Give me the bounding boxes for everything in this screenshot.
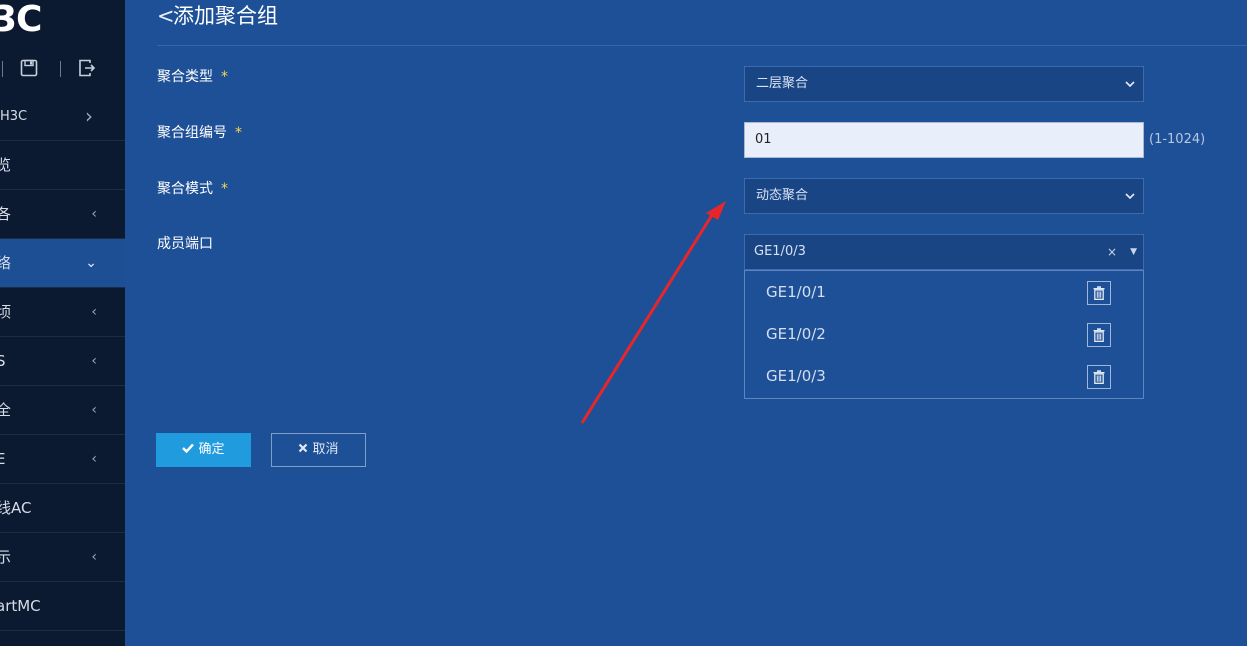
nav-item-overview[interactable]: 览 bbox=[0, 141, 125, 190]
sidebar-toolbar bbox=[0, 50, 125, 90]
nav-label: 线AC bbox=[0, 499, 32, 517]
chevron-left-icon: ‹ bbox=[91, 206, 97, 222]
agg-type-select[interactable]: 二层聚合 bbox=[744, 66, 1144, 102]
member-port-name: GE1/0/3 bbox=[766, 367, 826, 385]
member-port-name: GE1/0/2 bbox=[766, 325, 826, 343]
label-text: 聚合模式 bbox=[157, 181, 213, 197]
chevron-left-icon: ‹ bbox=[91, 402, 97, 418]
required-mark: * bbox=[235, 125, 242, 141]
list-item: GE1/0/1 bbox=[745, 271, 1143, 313]
range-hint: (1-1024) bbox=[1149, 132, 1206, 147]
toolbar-divider bbox=[60, 61, 61, 77]
page-title: 添加聚合组 bbox=[173, 4, 278, 28]
list-item: GE1/0/2 bbox=[745, 313, 1143, 355]
label-text: 成员端口 bbox=[157, 236, 213, 252]
delete-button[interactable] bbox=[1087, 323, 1111, 347]
nav-label: artMC bbox=[0, 597, 41, 615]
label-text: 聚合组编号 bbox=[157, 125, 227, 141]
nav-label: H3C bbox=[0, 109, 28, 124]
nav-item-device[interactable]: 各 ‹ bbox=[0, 190, 125, 239]
group-id-label: 聚合组编号 * bbox=[157, 122, 242, 142]
chevron-down-icon bbox=[1125, 81, 1135, 88]
confirm-button[interactable]: 确定 bbox=[156, 433, 251, 467]
delete-button[interactable] bbox=[1087, 281, 1111, 305]
nav-item-smartmc[interactable]: artMC bbox=[0, 582, 125, 631]
nav-label: 顷 bbox=[0, 303, 12, 321]
nav-label: 示 bbox=[0, 548, 12, 566]
cancel-label: 取消 bbox=[312, 442, 339, 457]
group-id-input[interactable]: 01 bbox=[744, 122, 1144, 158]
required-mark: * bbox=[221, 69, 228, 85]
nav-item-wireless-ac[interactable]: 线AC bbox=[0, 484, 125, 533]
list-item: GE1/0/3 bbox=[745, 355, 1143, 397]
member-port-list: GE1/0/1 GE1/0/2 GE1/0/3 bbox=[744, 270, 1144, 399]
logout-icon[interactable] bbox=[78, 59, 98, 79]
h3c-logo: 3C bbox=[0, 0, 42, 40]
nav-item-security[interactable]: 全 ‹ bbox=[0, 386, 125, 435]
confirm-label: 确定 bbox=[198, 442, 225, 457]
chevron-down-icon: ⌄ bbox=[85, 255, 97, 271]
nav-label: 络 bbox=[0, 254, 12, 272]
trash-icon bbox=[1093, 286, 1105, 300]
chevron-right-icon: › bbox=[85, 104, 93, 128]
chevron-left-icon: ‹ bbox=[91, 549, 97, 565]
chevron-down-icon bbox=[1125, 193, 1135, 200]
sidebar: 3C H3C › 览 各 ‹ 络 ⌄ 顷 ‹ S ‹ 全 ‹ E ‹ 线AC 示 ‹ artMC bbox=[0, 0, 125, 646]
nav-item-qos[interactable]: S ‹ bbox=[0, 337, 125, 386]
nav-item-network[interactable]: 络 ⌄ bbox=[0, 239, 125, 288]
nav-item-display[interactable]: 示 ‹ bbox=[0, 533, 125, 582]
nav-item-h3c[interactable]: H3C › bbox=[0, 92, 125, 141]
nav-label: 览 bbox=[0, 156, 12, 174]
agg-type-label: 聚合类型 * bbox=[157, 66, 228, 86]
check-icon bbox=[182, 442, 195, 457]
chevron-left-icon: ‹ bbox=[91, 353, 97, 369]
clear-icon[interactable]: × bbox=[1107, 235, 1117, 269]
nav-label: 各 bbox=[0, 205, 12, 223]
chevron-left-icon: ‹ bbox=[91, 304, 97, 320]
nav-label: 全 bbox=[0, 401, 12, 419]
nav-item-resource[interactable]: 顷 ‹ bbox=[0, 288, 125, 337]
nav-label: S bbox=[0, 352, 6, 370]
nav-item-e[interactable]: E ‹ bbox=[0, 435, 125, 484]
member-selected-value: GE1/0/3 bbox=[754, 244, 806, 259]
agg-mode-select[interactable]: 动态聚合 bbox=[744, 178, 1144, 214]
group-id-value: 01 bbox=[755, 132, 772, 147]
required-mark: * bbox=[221, 181, 228, 197]
agg-type-value: 二层聚合 bbox=[756, 76, 809, 91]
members-label: 成员端口 bbox=[157, 233, 213, 253]
toolbar-divider bbox=[2, 61, 3, 77]
agg-mode-label: 聚合模式 * bbox=[157, 178, 228, 198]
chevron-left-icon: ‹ bbox=[91, 451, 97, 467]
caret-down-icon[interactable]: ▼ bbox=[1130, 235, 1137, 269]
close-icon bbox=[298, 442, 308, 457]
member-port-name: GE1/0/1 bbox=[766, 283, 826, 301]
page-header: <添加聚合组 bbox=[157, 0, 278, 32]
delete-button[interactable] bbox=[1087, 365, 1111, 389]
trash-icon bbox=[1093, 328, 1105, 342]
save-icon[interactable] bbox=[20, 59, 40, 79]
agg-mode-value: 动态聚合 bbox=[756, 188, 809, 203]
sidebar-nav: H3C › 览 各 ‹ 络 ⌄ 顷 ‹ S ‹ 全 ‹ E ‹ 线AC 示 ‹ artMC bbox=[0, 92, 125, 631]
back-icon[interactable]: < bbox=[157, 0, 175, 32]
member-port-select[interactable]: GE1/0/3 × ▼ bbox=[744, 234, 1144, 270]
label-text: 聚合类型 bbox=[157, 69, 213, 85]
nav-label: E bbox=[0, 450, 6, 468]
header-divider bbox=[157, 45, 1247, 46]
cancel-button[interactable]: 取消 bbox=[271, 433, 366, 467]
trash-icon bbox=[1093, 370, 1105, 384]
